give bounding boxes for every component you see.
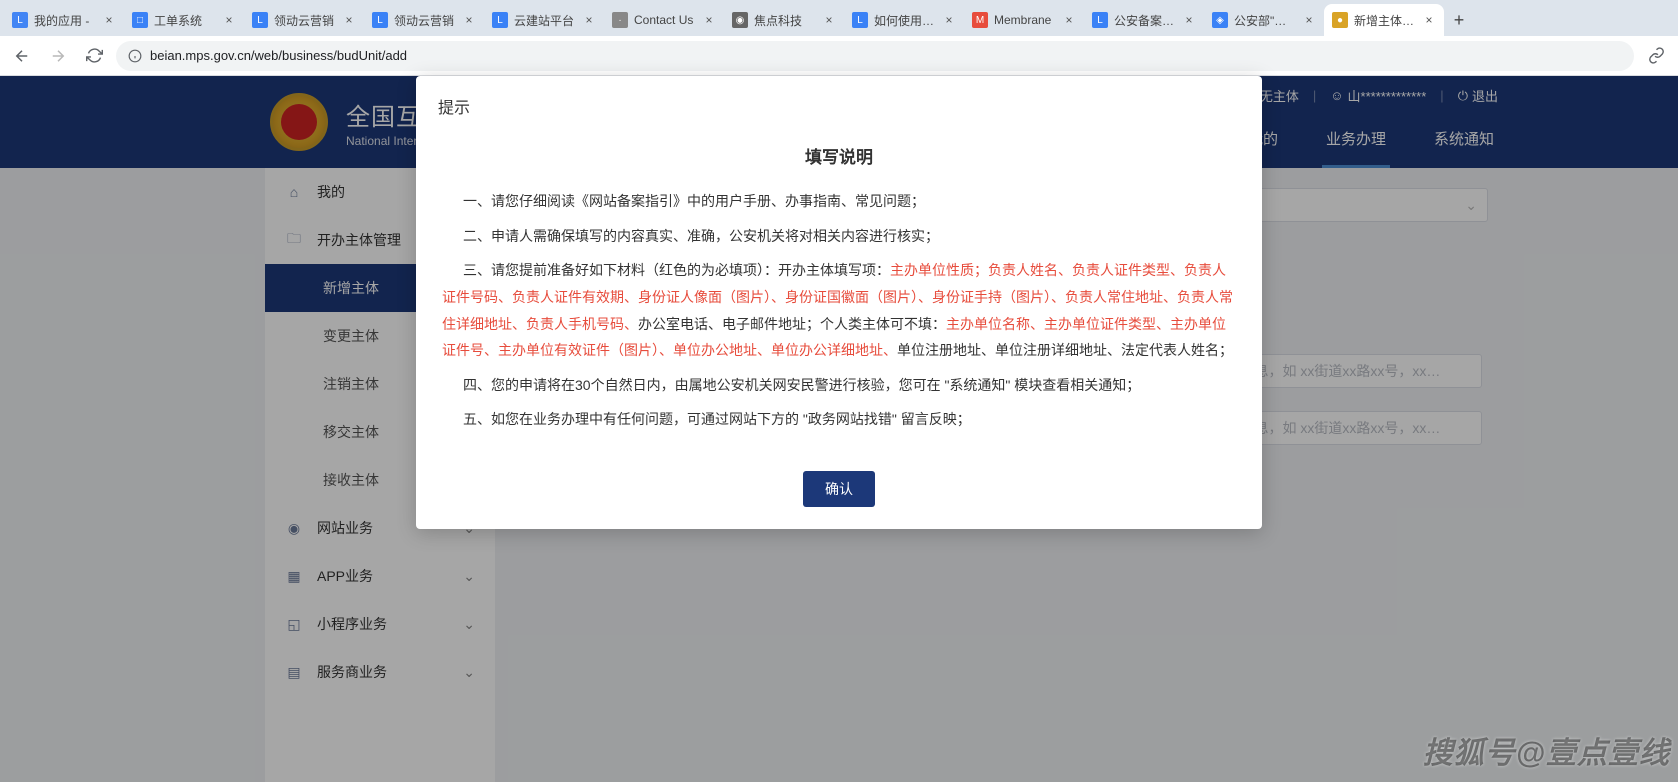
tab-title: Membrane <box>994 13 1056 27</box>
forward-button[interactable] <box>44 42 72 70</box>
tab-close-icon[interactable]: × <box>1062 13 1076 27</box>
tab-close-icon[interactable]: × <box>1422 13 1436 27</box>
browser-tab[interactable]: L 公安备案流程 × <box>1084 4 1204 36</box>
modal-p4: 四、您的申请将在30个自然日内，由属地公安机关网安民警进行核验，您可在 "系统通… <box>442 372 1236 399</box>
back-button[interactable] <box>8 42 36 70</box>
browser-tab-strip: L 我的应用 - × □ 工单系统 × L 领动云营销 × L 领动云营销 × L 云建站平台 × · Con… <box>0 0 1678 36</box>
tab-close-icon[interactable]: × <box>342 13 356 27</box>
browser-tab[interactable]: □ 工单系统 × <box>124 4 244 36</box>
favicon-icon: ◈ <box>1212 12 1228 28</box>
tab-title: 领动云营销 <box>394 12 456 29</box>
favicon-icon: · <box>612 12 628 28</box>
browser-tab[interactable]: L 如何使用H标 × <box>844 4 964 36</box>
browser-tab[interactable]: L 领动云营销 × <box>364 4 484 36</box>
tab-close-icon[interactable]: × <box>702 13 716 27</box>
favicon-icon: L <box>252 12 268 28</box>
tab-title: 领动云营销 <box>274 12 336 29</box>
tab-close-icon[interactable]: × <box>102 13 116 27</box>
modal-p1: 一、请您仔细阅读《网站备案指引》中的用户手册、办事指南、常见问题； <box>442 188 1236 215</box>
tab-title: 我的应用 - <box>34 12 96 29</box>
tab-title: 云建站平台 <box>514 12 576 29</box>
favicon-icon: L <box>1092 12 1108 28</box>
favicon-icon: L <box>492 12 508 28</box>
browser-tab[interactable]: L 云建站平台 × <box>484 4 604 36</box>
confirm-button[interactable]: 确认 <box>803 471 875 507</box>
tab-title: 新增主体 - 全 <box>1354 12 1416 29</box>
browser-tab[interactable]: L 我的应用 - × <box>4 4 124 36</box>
browser-tab[interactable]: ◉ 焦点科技 × <box>724 4 844 36</box>
tab-close-icon[interactable]: × <box>1182 13 1196 27</box>
browser-tab[interactable]: M Membrane × <box>964 4 1084 36</box>
reload-button[interactable] <box>80 42 108 70</box>
tab-close-icon[interactable]: × <box>942 13 956 27</box>
url-text: beian.mps.gov.cn/web/business/budUnit/ad… <box>150 48 407 63</box>
tab-close-icon[interactable]: × <box>822 13 836 27</box>
modal-dialog: 提示 填写说明 一、请您仔细阅读《网站备案指引》中的用户手册、办事指南、常见问题… <box>416 76 1262 529</box>
modal-p2: 二、申请人需确保填写的内容真实、准确，公安机关将对相关内容进行核实； <box>442 223 1236 250</box>
favicon-icon: ◉ <box>732 12 748 28</box>
tab-title: Contact Us <box>634 13 696 27</box>
tab-title: 焦点科技 <box>754 12 816 29</box>
modal-footer: 确认 <box>416 461 1262 529</box>
site-info-icon <box>128 49 142 63</box>
favicon-icon: ● <box>1332 12 1348 28</box>
favicon-icon: L <box>852 12 868 28</box>
browser-tab[interactable]: ● 新增主体 - 全 × <box>1324 4 1444 36</box>
modal-heading: 填写说明 <box>442 142 1236 174</box>
browser-toolbar: beian.mps.gov.cn/web/business/budUnit/ad… <box>0 36 1678 76</box>
address-bar[interactable]: beian.mps.gov.cn/web/business/budUnit/ad… <box>116 41 1634 71</box>
new-tab-button[interactable]: + <box>1444 4 1474 36</box>
tab-title: 公安备案流程 <box>1114 12 1176 29</box>
tab-title: 工单系统 <box>154 12 216 29</box>
tab-close-icon[interactable]: × <box>222 13 236 27</box>
share-button[interactable] <box>1642 42 1670 70</box>
tab-close-icon[interactable]: × <box>462 13 476 27</box>
browser-tab[interactable]: L 领动云营销 × <box>244 4 364 36</box>
modal-body: 填写说明 一、请您仔细阅读《网站备案指引》中的用户手册、办事指南、常见问题； 二… <box>416 132 1262 461</box>
favicon-icon: M <box>972 12 988 28</box>
modal-overlay: 提示 填写说明 一、请您仔细阅读《网站备案指引》中的用户手册、办事指南、常见问题… <box>0 76 1678 782</box>
tab-title: 如何使用H标 <box>874 12 936 29</box>
modal-title: 提示 <box>416 76 1262 132</box>
favicon-icon: □ <box>132 12 148 28</box>
tab-title: 公安部"互联 <box>1234 12 1296 29</box>
tab-close-icon[interactable]: × <box>1302 13 1316 27</box>
browser-tab[interactable]: · Contact Us × <box>604 4 724 36</box>
tab-close-icon[interactable]: × <box>582 13 596 27</box>
modal-p3: 三、请您提前准备好如下材料（红色的为必填项）：开办主体填写项：主办单位性质；负责… <box>442 257 1236 363</box>
modal-p5: 五、如您在业务办理中有任何问题，可通过网站下方的 "政务网站找错" 留言反映； <box>442 406 1236 433</box>
browser-tab[interactable]: ◈ 公安部"互联 × <box>1204 4 1324 36</box>
favicon-icon: L <box>12 12 28 28</box>
favicon-icon: L <box>372 12 388 28</box>
